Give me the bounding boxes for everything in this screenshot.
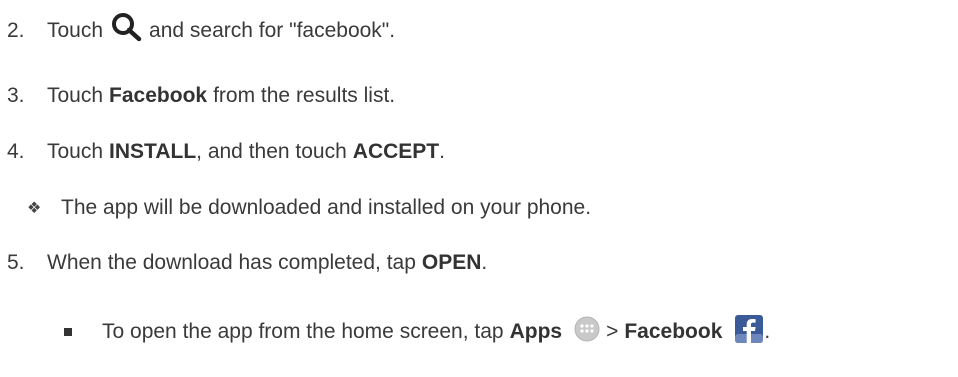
step-text: and search for "facebook". — [149, 19, 396, 42]
install-label: INSTALL — [109, 140, 197, 163]
step-2: 2. Touch and search for "facebook". — [7, 13, 395, 49]
diamond-bullet-icon: ❖ — [27, 200, 42, 217]
sub-text: To open the app from the home screen, ta… — [102, 320, 504, 343]
step-number: 5. — [7, 251, 25, 274]
facebook-label: Facebook — [109, 84, 208, 107]
step-5: 5. When the download has completed, tap … — [7, 245, 487, 281]
step-number: 3. — [7, 84, 25, 107]
open-label: OPEN — [421, 251, 482, 274]
sub-bullet-line: To open the app from the home screen, ta… — [64, 314, 770, 350]
search-icon — [109, 11, 143, 51]
step-text: Touch — [47, 140, 104, 163]
step-text: . — [481, 251, 488, 274]
apps-icon — [574, 316, 600, 348]
apps-label: Apps — [509, 320, 563, 343]
step-number: 4. — [7, 140, 25, 163]
step-4: 4. Touch INSTALL , and then touch ACCEPT… — [7, 134, 445, 170]
square-bullet-icon — [64, 328, 72, 336]
step-3: 3. Touch Facebook from the results list. — [7, 78, 395, 114]
step-text: , and then touch — [196, 140, 347, 163]
step-text: from the results list. — [213, 84, 396, 107]
step-number: 2. — [7, 19, 25, 42]
note-line: ❖ The app will be downloaded and install… — [27, 190, 591, 226]
step-text: Touch — [47, 19, 104, 42]
facebook-icon — [734, 314, 764, 350]
accept-label: ACCEPT — [352, 140, 440, 163]
step-text: Touch — [47, 84, 104, 107]
note-text: The app will be downloaded and installed… — [61, 196, 592, 219]
facebook-label: Facebook — [624, 320, 723, 343]
sub-text: . — [764, 320, 771, 343]
step-text: . — [439, 140, 445, 163]
step-text: When the download has completed, tap — [47, 251, 416, 274]
separator: > — [606, 320, 619, 343]
